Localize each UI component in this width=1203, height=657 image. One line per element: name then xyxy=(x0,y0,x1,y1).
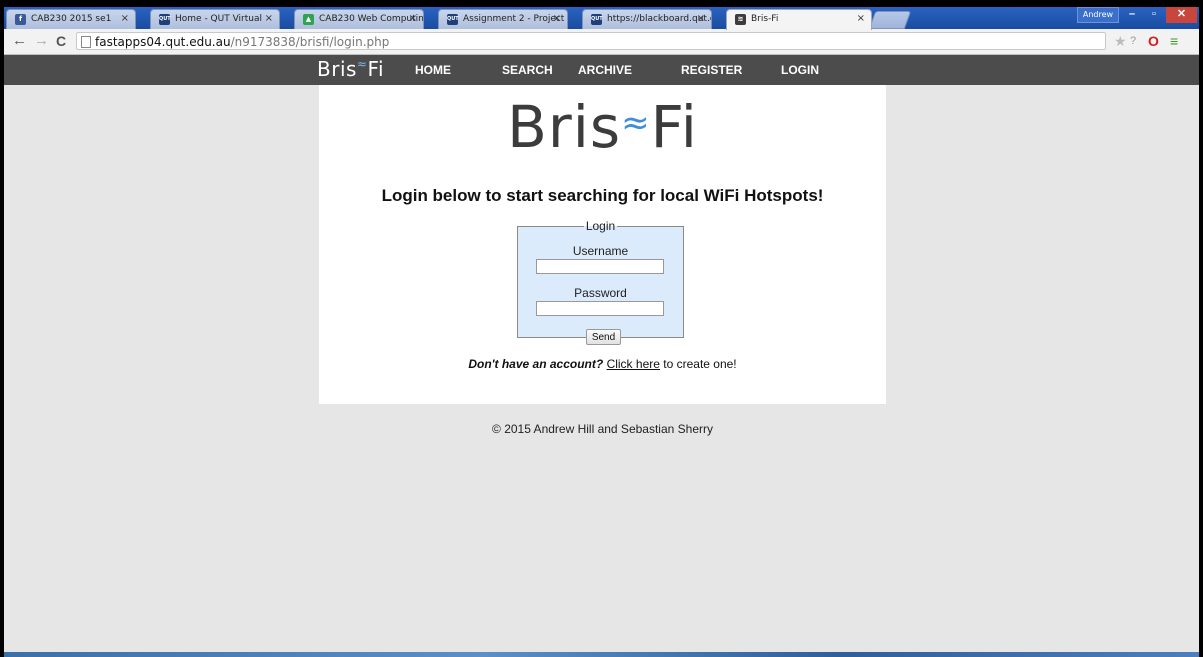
windows-taskbar xyxy=(4,652,1199,657)
profile-button[interactable]: Andrew xyxy=(1077,7,1119,23)
tab-close-icon[interactable]: × xyxy=(409,13,417,24)
password-label: Password xyxy=(574,286,627,300)
facebook-icon: f xyxy=(15,14,26,25)
nav-search[interactable]: SEARCH xyxy=(502,63,553,77)
tab-1[interactable]: QUT Home - QUT Virtual × xyxy=(150,9,280,29)
signup-question: Don't have an account? xyxy=(468,357,604,371)
logo-left: Bris xyxy=(507,93,622,161)
nav-logo-right: Fi xyxy=(367,57,385,81)
tab-strip: f CAB230 2015 se1 × QUT Home - QUT Virtu… xyxy=(4,7,1199,30)
tab-title: Home - QUT Virtual xyxy=(175,14,262,24)
login-form: Login Username Password Send xyxy=(517,219,684,345)
menu-icon[interactable]: ≡ xyxy=(1170,33,1178,49)
browser-toolbar: ← → C fastapps04.qut.edu.au/n9173838/bri… xyxy=(4,29,1199,55)
password-input[interactable] xyxy=(536,301,664,316)
forward-arrow-icon[interactable]: → xyxy=(34,32,49,50)
close-window-icon[interactable]: ✕ xyxy=(1166,7,1197,23)
google-drive-icon: ▲ xyxy=(303,14,314,25)
nav-logo-left: Bris xyxy=(317,57,357,81)
tab-close-icon[interactable]: × xyxy=(697,13,705,24)
tab-3[interactable]: QUT Assignment 2 - Project – ( × xyxy=(438,9,568,29)
new-tab-button[interactable] xyxy=(868,11,912,29)
signup-suffix: to create one! xyxy=(659,357,737,371)
nav-home[interactable]: HOME xyxy=(415,63,451,77)
url-path: /n9173838/brisfi/login.php xyxy=(230,35,390,49)
main-content: Bris≈Fi Login below to start searching f… xyxy=(319,85,886,404)
reload-icon[interactable]: C xyxy=(56,32,66,50)
logo-right: Fi xyxy=(650,93,698,161)
nav-login[interactable]: LOGIN xyxy=(781,63,819,77)
signup-prompt: Don't have an account? Click here to cre… xyxy=(319,357,886,371)
extension-icon[interactable]: ? xyxy=(1130,33,1136,49)
nav-register[interactable]: REGISTER xyxy=(681,63,742,77)
tab-0[interactable]: f CAB230 2015 se1 × xyxy=(6,9,136,29)
username-input[interactable] xyxy=(536,259,664,274)
qut-icon: QUT xyxy=(159,14,171,25)
page-footer: © 2015 Andrew Hill and Sebastian Sherry xyxy=(492,422,713,436)
address-bar[interactable]: fastapps04.qut.edu.au/n9173838/brisfi/lo… xyxy=(76,32,1106,50)
login-legend: Login xyxy=(585,219,616,233)
nav-logo[interactable]: Bris≈Fi xyxy=(317,57,384,81)
browser-window: f CAB230 2015 se1 × QUT Home - QUT Virtu… xyxy=(4,7,1199,652)
back-arrow-icon[interactable]: ← xyxy=(12,32,27,50)
tab-close-icon[interactable]: × xyxy=(121,13,129,24)
page-icon xyxy=(81,36,91,48)
tab-2[interactable]: ▲ CAB230 Web Computing × xyxy=(294,9,424,29)
qut-icon: QUT xyxy=(591,14,603,25)
opera-icon[interactable]: O xyxy=(1148,33,1159,49)
nav-archive[interactable]: ARCHIVE xyxy=(578,63,632,77)
site-logo: Bris≈Fi xyxy=(319,93,886,161)
qut-icon: QUT xyxy=(447,14,459,25)
page-headline: Login below to start searching for local… xyxy=(381,186,824,205)
bookmark-star-icon[interactable]: ★ xyxy=(1114,33,1127,49)
minimize-icon[interactable]: – xyxy=(1121,7,1143,23)
wifi-icon: ≈ xyxy=(356,57,368,71)
maximize-icon[interactable]: ▫ xyxy=(1143,7,1165,23)
tab-title: CAB230 2015 se1 xyxy=(31,14,112,24)
tab-close-icon[interactable]: × xyxy=(857,13,865,24)
site-navbar: Bris≈Fi HOME SEARCH ARCHIVE REGISTER LOG… xyxy=(4,55,1199,85)
send-button[interactable]: Send xyxy=(586,329,621,345)
wifi-icon: ≈ xyxy=(621,103,651,143)
tab-4[interactable]: QUT https://blackboard.qut.edu × xyxy=(582,9,712,29)
tab-close-icon[interactable]: × xyxy=(265,13,273,24)
brisfi-icon: ≋ xyxy=(735,14,746,25)
tab-title: Bris-Fi xyxy=(751,14,779,24)
page-viewport: Bris≈Fi HOME SEARCH ARCHIVE REGISTER LOG… xyxy=(4,55,1199,652)
url-host: fastapps04.qut.edu.au xyxy=(95,35,231,49)
username-label: Username xyxy=(572,244,629,258)
signup-link[interactable]: Click here xyxy=(607,357,660,371)
tab-close-icon[interactable]: × xyxy=(553,13,561,24)
tab-5-active[interactable]: ≋ Bris-Fi × xyxy=(726,9,872,30)
